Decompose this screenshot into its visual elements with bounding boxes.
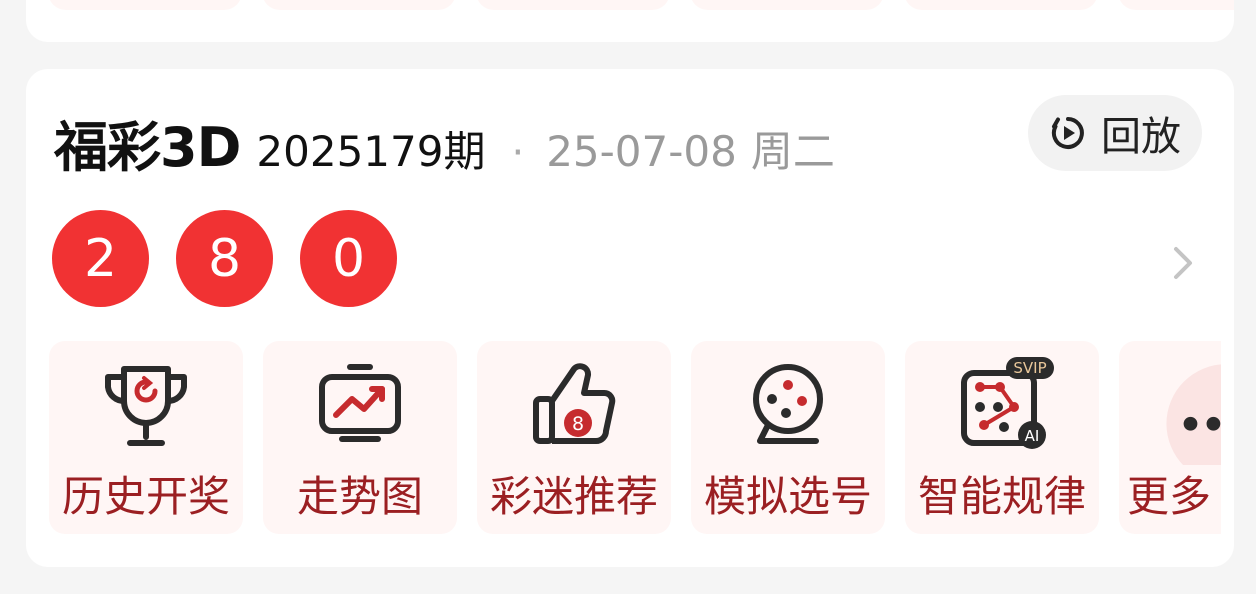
action-label: 彩迷推荐 (489, 472, 658, 521)
action-label: 走势图 (296, 472, 423, 521)
separator-dot: · (511, 130, 525, 176)
action-smart-pattern[interactable]: SVIP AI 智能规律 (905, 341, 1099, 534)
winning-numbers: 2 8 0 (52, 210, 397, 307)
draw-weekday: 周二 (750, 127, 835, 176)
lottery-ball-icon (753, 364, 823, 444)
action-tiles: 历史开奖 走势图 8 彩迷推荐 模拟选号 SVIP AI 智能规律 更多 (49, 341, 1221, 534)
draw-title: 福彩3D 2025179期 · 25-07-08 周二 (54, 103, 835, 182)
chevron-right-icon[interactable] (1168, 243, 1198, 283)
lottery-name: 福彩3D (54, 116, 241, 179)
previous-tile (262, 0, 456, 10)
previous-card (26, 0, 1234, 42)
action-simulate[interactable]: 模拟选号 (691, 341, 885, 534)
action-label: 模拟选号 (703, 472, 872, 521)
action-recommend[interactable]: 8 彩迷推荐 (477, 341, 671, 534)
number-ball: 2 (52, 210, 149, 307)
action-label: 更多 (1127, 472, 1212, 521)
previous-tile (904, 0, 1098, 10)
badge-number: 8 (572, 413, 584, 435)
action-trend[interactable]: 走势图 (263, 341, 457, 534)
replay-icon (1051, 117, 1084, 149)
replay-label: 回放 (1101, 114, 1181, 160)
issue-number: 2025179期 (256, 127, 486, 176)
trend-chart-icon (319, 364, 401, 442)
trophy-icon (105, 366, 187, 446)
number-ball: 8 (176, 210, 273, 307)
action-label: 历史开奖 (61, 472, 230, 521)
thumbs-up-icon: 8 (533, 363, 616, 444)
action-history[interactable]: 历史开奖 (49, 341, 243, 534)
previous-tile (690, 0, 884, 10)
previous-tile (1118, 0, 1234, 10)
action-more[interactable]: 更多 (1119, 341, 1221, 534)
action-label: 智能规律 (917, 472, 1086, 521)
svip-badge: SVIP (1013, 359, 1046, 377)
ai-badge: AI (1025, 427, 1040, 445)
previous-tile (476, 0, 670, 10)
previous-tile (48, 0, 242, 10)
dice-pattern-icon: SVIP AI (961, 357, 1054, 449)
lottery-result-card: 福彩3D 2025179期 · 25-07-08 周二 回放 2 8 0 历史开… (26, 69, 1234, 567)
draw-date: 25-07-08 (546, 127, 737, 176)
more-icon (1166, 364, 1221, 465)
number-ball: 0 (300, 210, 397, 307)
replay-button[interactable]: 回放 (1028, 95, 1202, 171)
